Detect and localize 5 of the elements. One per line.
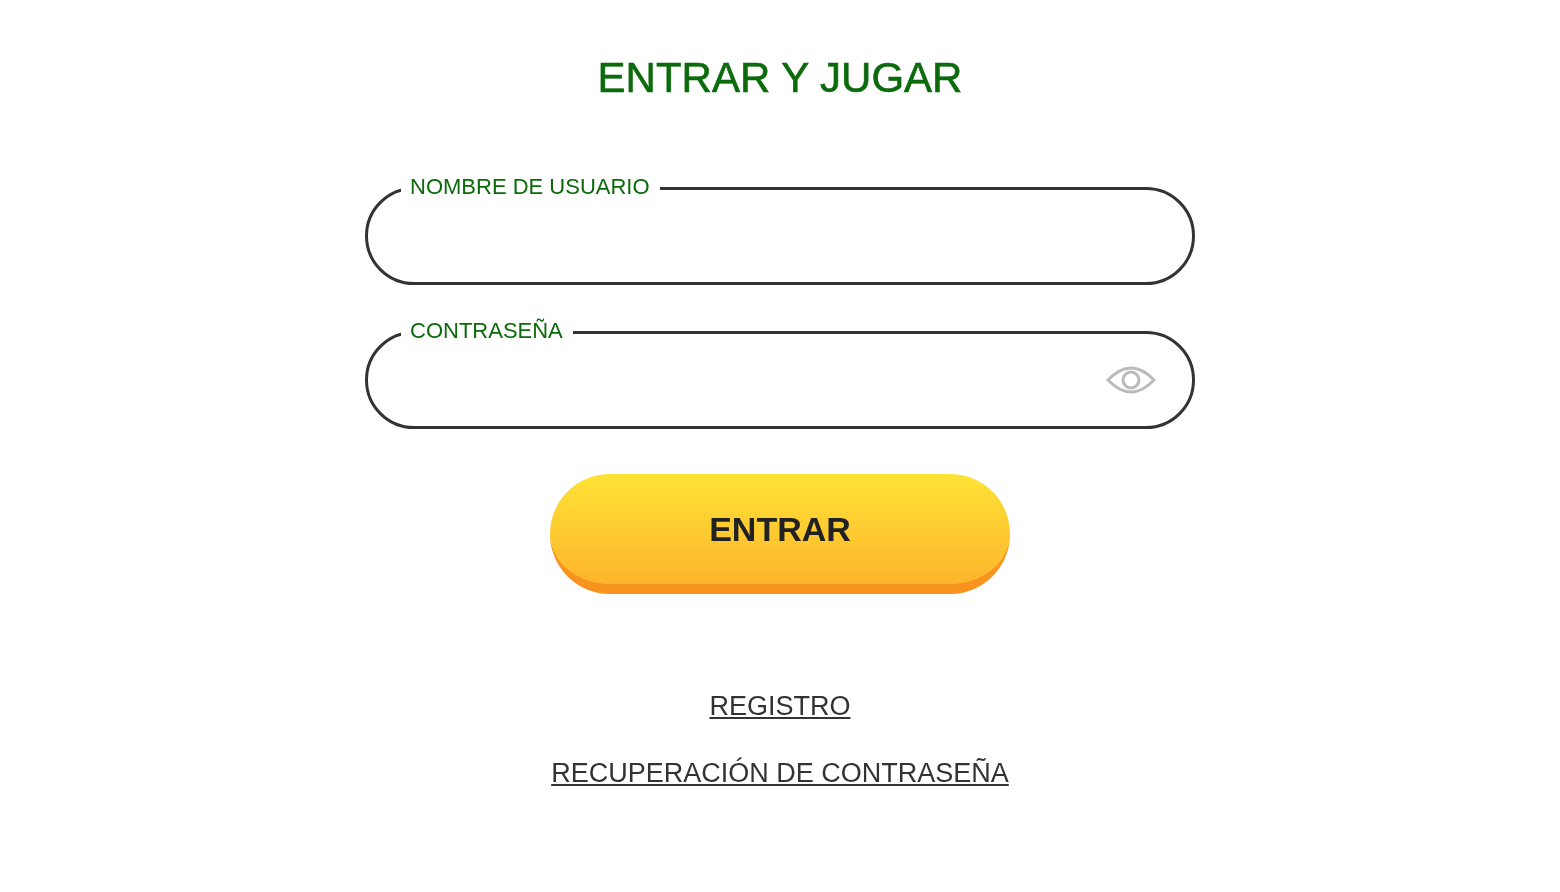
link[interactable]: REGISTRO [709, 689, 851, 723]
eye-icon[interactable] [1106, 364, 1156, 396]
link[interactable]: RECUPERACIÓN DE CONTRASEÑA [551, 756, 1009, 790]
login-button[interactable]: ENTRAR [550, 474, 1010, 594]
page-title: ENTRAR Y JUGAR [597, 53, 963, 103]
